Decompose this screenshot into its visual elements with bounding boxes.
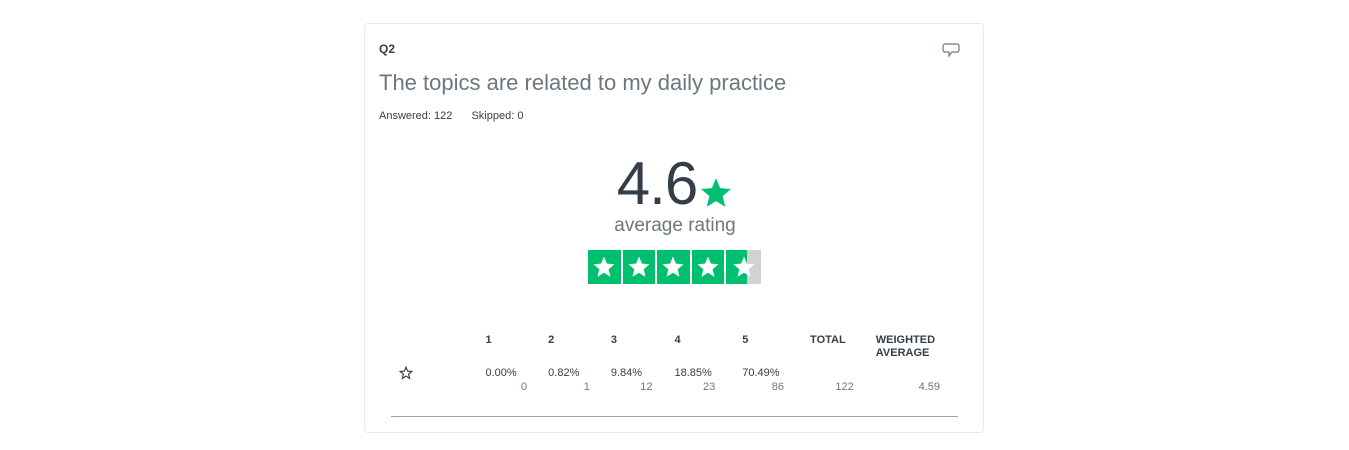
table-header-5: 5 (742, 334, 749, 346)
rating-cell-5: 70.49% 86 (742, 366, 811, 417)
question-number: Q2 (379, 42, 396, 56)
table-header-row: 1 2 3 4 5 TOTAL WEIGHTED AVERAGE (391, 330, 958, 366)
table-row: 0.00% 0 0.82% 1 9.84% 12 18.85% 23 70.49… (391, 366, 958, 417)
count-value: 86 (771, 381, 785, 393)
rating-star-cell (657, 250, 692, 284)
question-card: Q2 The topics are related to my daily pr… (364, 23, 984, 433)
comment-icon[interactable] (942, 42, 960, 58)
star-icon (593, 256, 615, 277)
total-value: 122 (810, 366, 876, 417)
star-icon (697, 256, 719, 277)
count-value: 0 (521, 381, 528, 393)
row-label-cell (391, 366, 486, 417)
table-header-4: 4 (674, 334, 681, 346)
table-header-weighted-average: WEIGHTED AVERAGE (875, 334, 936, 359)
rating-cell-2: 0.82% 1 (548, 366, 611, 417)
average-rating-display: 4.6 (365, 152, 985, 216)
rating-star-cell (588, 250, 623, 284)
table-header-3: 3 (610, 334, 617, 346)
star-icon (662, 256, 684, 277)
answered-count: Answered: 122 (379, 110, 453, 122)
question-title: The topics are related to my daily pract… (379, 70, 787, 95)
rating-star-cell (623, 250, 658, 284)
star-outline-icon (399, 366, 413, 380)
rating-star-cell (692, 250, 727, 284)
star-icon (733, 256, 755, 277)
percent-value: 0.82% (548, 367, 580, 379)
average-rating-value: 4.6 (616, 150, 698, 217)
table-header-total: TOTAL (810, 334, 846, 346)
percent-value: 18.85% (674, 367, 712, 379)
count-value: 23 (703, 381, 716, 393)
rating-cell-4: 18.85% 23 (674, 366, 743, 417)
table-header-empty (391, 330, 486, 366)
star-rating-bar (588, 250, 761, 284)
count-value: 12 (640, 381, 653, 393)
rating-cell-1: 0.00% 0 (485, 366, 549, 417)
rating-table: 1 2 3 4 5 TOTAL WEIGHTED AVERAGE 0.00% 0… (391, 330, 958, 417)
table-header-2: 2 (548, 334, 555, 346)
percent-value: 0.00% (485, 367, 517, 379)
star-icon (701, 178, 732, 207)
count-value: 1 (583, 381, 590, 393)
percent-value: 9.84% (610, 367, 643, 379)
rating-star-cell (726, 250, 761, 284)
average-rating-label: average rating (614, 215, 736, 236)
response-stats: Answered: 122 Skipped: 0 (379, 110, 539, 122)
weighted-average-value: 4.59 (875, 366, 958, 417)
star-icon (628, 256, 650, 277)
table-header-1: 1 (485, 334, 492, 346)
rating-cell-3: 9.84% 12 (610, 366, 675, 417)
skipped-count: Skipped: 0 (471, 110, 524, 122)
percent-value: 70.49% (742, 367, 780, 379)
